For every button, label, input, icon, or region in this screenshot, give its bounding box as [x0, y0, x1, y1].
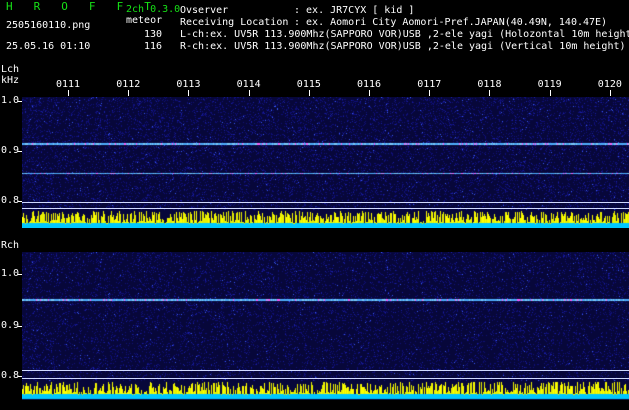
rch-freq-label-0-9: 0.9	[1, 320, 20, 331]
time-label: 0115	[296, 79, 321, 90]
lch-divider-bottom	[22, 208, 629, 209]
lch-label: Lch	[1, 64, 20, 75]
time-label: 0119	[537, 79, 562, 90]
time-label: 0112	[116, 79, 141, 90]
minute-tick	[369, 90, 370, 96]
observer-label: Ovserver	[180, 5, 229, 16]
location-value: : ex. Aomori City Aomori-Pref.JAPAN(40.4…	[294, 17, 608, 28]
location-label: Receiving Location	[180, 17, 289, 28]
minute-tick	[489, 90, 491, 96]
meteor-label: meteor	[126, 15, 163, 26]
time-label: 0114	[236, 79, 261, 90]
lch-spectrogram	[22, 97, 629, 228]
lch-receiver-info: L-ch:ex. UV5R 113.900Mhz(SAPPORO VOR)USB…	[180, 29, 629, 40]
channels-version: 2ch 0.3.0	[126, 4, 181, 15]
rch-receiver-info: R-ch:ex. UV5R 113.900Mhz(SAPPORO VOR)USB…	[180, 41, 626, 52]
meteor-count-lch: 130	[144, 29, 163, 40]
rch-freq-tick	[18, 274, 22, 275]
lch-freq-tick	[18, 101, 22, 102]
rch-divider-top	[22, 370, 629, 371]
time-label: 0118	[477, 79, 502, 90]
lch-freq-label-0-9: 0.9	[1, 145, 20, 156]
lch-unit: kHz	[1, 75, 20, 86]
time-label: 0113	[176, 79, 201, 90]
minute-tick	[248, 90, 250, 96]
minute-tick	[188, 90, 190, 96]
rch-freq-tick	[18, 326, 22, 327]
rch-freq-label-0-8: 0.8	[1, 370, 20, 381]
minute-tick	[308, 90, 310, 96]
observer-value: : ex. JR7CYX [ kid ]	[294, 5, 415, 16]
time-label: 0111	[56, 79, 81, 90]
rch-freq-tick	[18, 376, 22, 377]
capture-datetime: 25.05.16 01:10	[6, 41, 91, 52]
minute-tick	[429, 90, 431, 96]
minute-tick	[68, 90, 69, 96]
lch-freq-tick	[18, 151, 22, 152]
time-label: 0117	[417, 79, 442, 90]
rch-freq-label-1-0: 1.0	[1, 268, 20, 279]
lch-freq-label-1-0: 1.0	[1, 95, 20, 106]
lch-freq-tick	[18, 201, 22, 202]
lch-divider-top	[22, 202, 629, 203]
file-name: 2505160110.png	[6, 20, 91, 31]
rch-label: Rch	[1, 240, 20, 251]
time-label: 0116	[357, 79, 382, 90]
minute-tick	[128, 90, 130, 96]
meteor-count-rch: 116	[144, 41, 163, 52]
time-label: 0120	[597, 79, 622, 90]
rch-divider-bottom	[22, 378, 629, 379]
minute-tick	[549, 90, 551, 96]
minute-tick	[609, 90, 611, 96]
rch-spectrogram	[22, 252, 629, 400]
lch-freq-label-0-8: 0.8	[1, 195, 20, 206]
